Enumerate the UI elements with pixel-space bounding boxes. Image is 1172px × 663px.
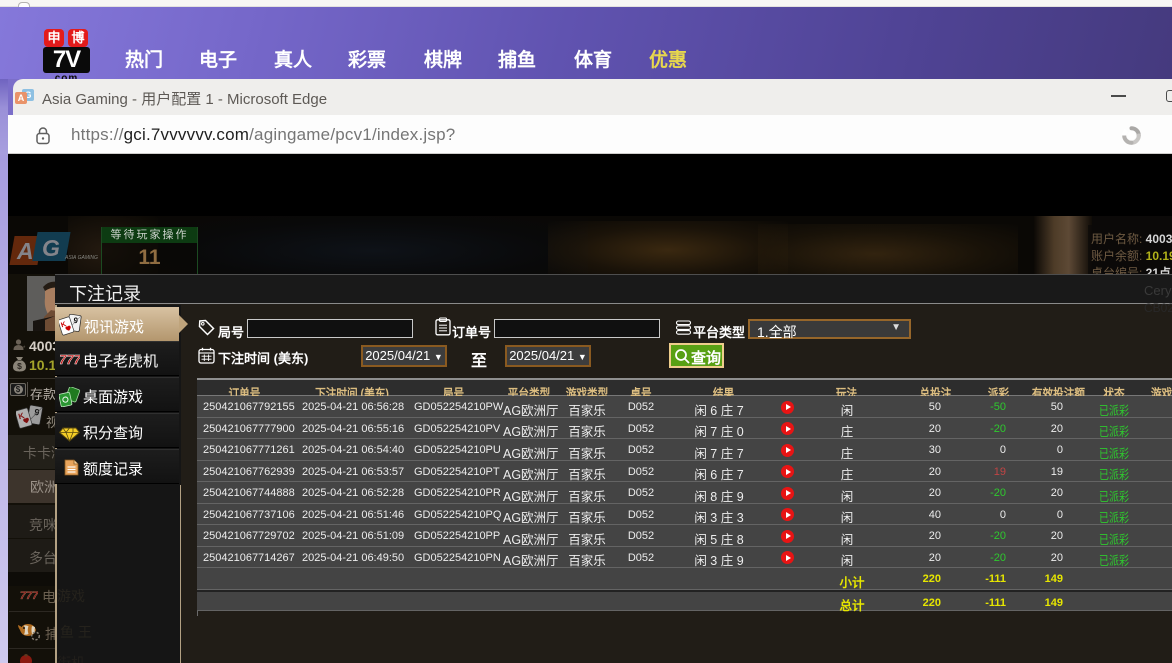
svg-text:777: 777 bbox=[60, 352, 80, 366]
svg-text:*: * bbox=[23, 346, 26, 351]
svg-text:$: $ bbox=[17, 361, 22, 371]
svg-text:777: 777 bbox=[20, 590, 38, 601]
